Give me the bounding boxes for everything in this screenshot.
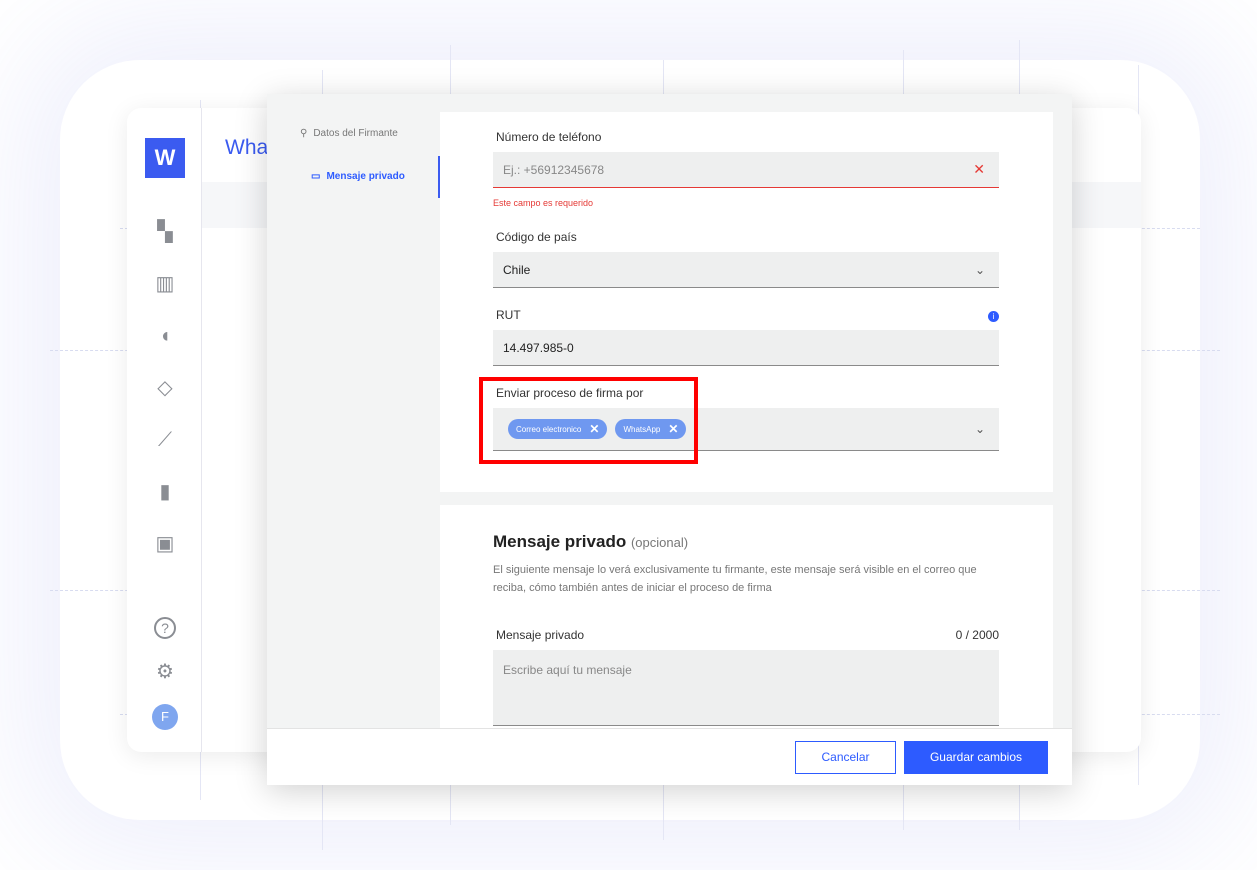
country-value: Chile xyxy=(503,262,531,277)
nav-mensaje-privado[interactable]: ▭ Mensaje privado xyxy=(311,171,405,182)
info-icon[interactable]: i xyxy=(988,311,999,322)
person-icon: ⚲ xyxy=(300,128,308,139)
private-title: Mensaje privado (opcional) xyxy=(493,532,689,551)
clear-icon[interactable]: ✕ xyxy=(973,161,985,178)
chat-icon: ▭ xyxy=(311,171,321,182)
private-label: Mensaje privado xyxy=(496,628,585,642)
nav-label: Mensaje privado xyxy=(326,171,405,182)
rut-value: 14.497.985-0 xyxy=(503,340,574,355)
templates-icon[interactable]: ◇ xyxy=(154,377,176,399)
logo[interactable]: W xyxy=(145,138,185,178)
chevron-down-icon: ⌄ xyxy=(974,422,985,436)
country-select[interactable]: Chile ⌄ xyxy=(493,252,999,288)
country-label: Código de país xyxy=(496,230,577,244)
rut-label: RUT xyxy=(496,308,521,322)
signature-feather-icon[interactable]: ⟋ xyxy=(154,429,176,451)
nav-datos-firmante[interactable]: ⚲ Datos del Firmante xyxy=(300,128,398,139)
phone-placeholder: Ej.: +56912345678 xyxy=(503,162,605,177)
textarea-placeholder: Escribe aquí tu mensaje xyxy=(503,663,632,677)
avatar[interactable]: F xyxy=(152,704,178,730)
stats-icon[interactable]: ▮ xyxy=(154,481,176,503)
inbox-icon[interactable]: ▣ xyxy=(154,533,176,555)
library-icon[interactable]: ▥ xyxy=(154,273,176,295)
help-icon[interactable]: ? xyxy=(154,617,176,639)
save-button[interactable]: Guardar cambios xyxy=(904,741,1048,774)
char-counter: 0 / 2000 xyxy=(955,628,999,642)
dashboard-icon[interactable]: ▚ xyxy=(154,221,176,243)
contacts-icon[interactable]: ◖ xyxy=(154,325,176,347)
highlight-box xyxy=(479,377,698,464)
private-message-textarea[interactable]: Escribe aquí tu mensaje xyxy=(493,650,999,726)
cancel-button[interactable]: Cancelar xyxy=(795,741,896,774)
phone-input[interactable]: Ej.: +56912345678 ✕ xyxy=(493,152,999,188)
phone-error: Este campo es requerido xyxy=(493,198,594,208)
chevron-down-icon: ⌄ xyxy=(974,262,985,277)
settings-icon[interactable]: ⚙ xyxy=(154,661,176,683)
optional-tag: (opcional) xyxy=(630,535,689,550)
rut-input[interactable]: 14.497.985-0 xyxy=(493,330,999,366)
nav-label: Datos del Firmante xyxy=(313,128,398,139)
phone-label: Número de teléfono xyxy=(496,130,602,144)
private-description: El siguiente mensaje lo verá exclusivame… xyxy=(493,564,977,594)
